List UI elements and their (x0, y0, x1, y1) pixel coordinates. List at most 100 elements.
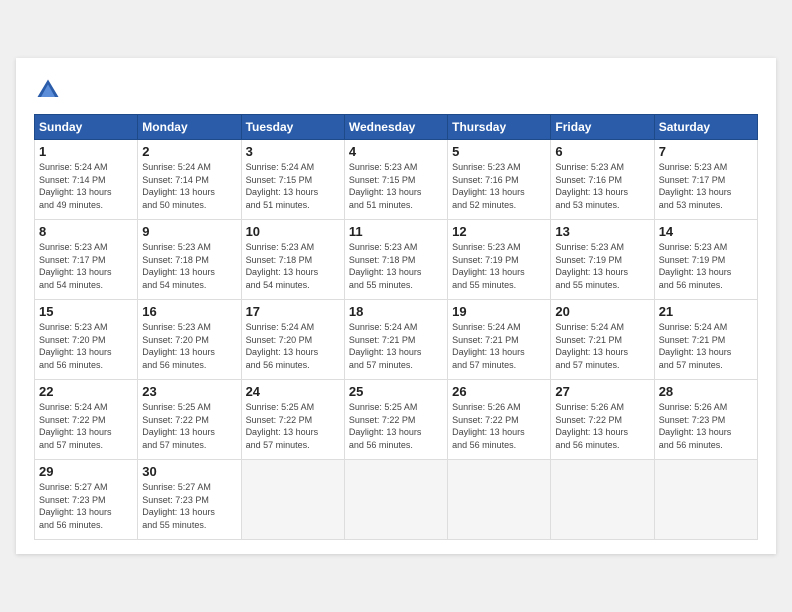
day-info: Sunrise: 5:23 AM Sunset: 7:15 PM Dayligh… (349, 161, 443, 211)
calendar-cell (654, 460, 757, 540)
day-number: 3 (246, 144, 340, 159)
day-number: 27 (555, 384, 649, 399)
day-info: Sunrise: 5:23 AM Sunset: 7:19 PM Dayligh… (452, 241, 546, 291)
day-info: Sunrise: 5:24 AM Sunset: 7:14 PM Dayligh… (39, 161, 133, 211)
calendar-cell: 21 Sunrise: 5:24 AM Sunset: 7:21 PM Dayli… (654, 300, 757, 380)
day-info: Sunrise: 5:25 AM Sunset: 7:22 PM Dayligh… (246, 401, 340, 451)
day-number: 5 (452, 144, 546, 159)
day-number: 21 (659, 304, 753, 319)
day-number: 28 (659, 384, 753, 399)
calendar-cell: 17 Sunrise: 5:24 AM Sunset: 7:20 PM Dayli… (241, 300, 344, 380)
day-number: 4 (349, 144, 443, 159)
day-info: Sunrise: 5:25 AM Sunset: 7:22 PM Dayligh… (349, 401, 443, 451)
calendar-cell: 25 Sunrise: 5:25 AM Sunset: 7:22 PM Dayli… (344, 380, 447, 460)
day-number: 18 (349, 304, 443, 319)
day-number: 2 (142, 144, 236, 159)
calendar-cell: 14Sunrise: 5:23 AM Sunset: 7:19 PM Dayli… (654, 220, 757, 300)
calendar-cell: 18 Sunrise: 5:24 AM Sunset: 7:21 PM Dayli… (344, 300, 447, 380)
day-number: 6 (555, 144, 649, 159)
calendar-cell: 4 Sunrise: 5:23 AM Sunset: 7:15 PM Daylig… (344, 140, 447, 220)
day-number: 10 (246, 224, 340, 239)
day-info: Sunrise: 5:23 AM Sunset: 7:17 PM Dayligh… (659, 161, 753, 211)
day-info: Sunrise: 5:24 AM Sunset: 7:20 PM Dayligh… (246, 321, 340, 371)
weekday-header-wednesday: Wednesday (344, 115, 447, 140)
calendar-cell: 2 Sunrise: 5:24 AM Sunset: 7:14 PM Daylig… (138, 140, 241, 220)
calendar-cell: 11 Sunrise: 5:23 AM Sunset: 7:18 PM Dayli… (344, 220, 447, 300)
day-info: Sunrise: 5:23 AM Sunset: 7:18 PM Dayligh… (246, 241, 340, 291)
calendar-week-5: 29Sunrise: 5:27 AM Sunset: 7:23 PM Dayli… (35, 460, 758, 540)
day-number: 17 (246, 304, 340, 319)
day-number: 7 (659, 144, 753, 159)
day-info: Sunrise: 5:23 AM Sunset: 7:18 PM Dayligh… (142, 241, 236, 291)
calendar-cell (241, 460, 344, 540)
day-number: 29 (39, 464, 133, 479)
day-number: 30 (142, 464, 236, 479)
calendar-cell: 3 Sunrise: 5:24 AM Sunset: 7:15 PM Daylig… (241, 140, 344, 220)
day-number: 12 (452, 224, 546, 239)
calendar-week-2: 8Sunrise: 5:23 AM Sunset: 7:17 PM Daylig… (35, 220, 758, 300)
calendar-cell: 20Sunrise: 5:24 AM Sunset: 7:21 PM Dayli… (551, 300, 654, 380)
calendar-cell: 23Sunrise: 5:25 AM Sunset: 7:22 PM Dayli… (138, 380, 241, 460)
calendar-cell: 12 Sunrise: 5:23 AM Sunset: 7:19 PM Dayli… (448, 220, 551, 300)
calendar-cell: 8Sunrise: 5:23 AM Sunset: 7:17 PM Daylig… (35, 220, 138, 300)
day-number: 15 (39, 304, 133, 319)
calendar-cell: 5 Sunrise: 5:23 AM Sunset: 7:16 PM Daylig… (448, 140, 551, 220)
day-info: Sunrise: 5:23 AM Sunset: 7:18 PM Dayligh… (349, 241, 443, 291)
day-info: Sunrise: 5:26 AM Sunset: 7:22 PM Dayligh… (452, 401, 546, 451)
calendar-cell: 30Sunrise: 5:27 AM Sunset: 7:23 PM Dayli… (138, 460, 241, 540)
calendar-cell: 27 Sunrise: 5:26 AM Sunset: 7:22 PM Dayli… (551, 380, 654, 460)
weekday-header-friday: Friday (551, 115, 654, 140)
day-info: Sunrise: 5:24 AM Sunset: 7:14 PM Dayligh… (142, 161, 236, 211)
day-info: Sunrise: 5:23 AM Sunset: 7:19 PM Dayligh… (659, 241, 753, 291)
day-number: 26 (452, 384, 546, 399)
calendar-cell: 28 Sunrise: 5:26 AM Sunset: 7:23 PM Dayli… (654, 380, 757, 460)
day-number: 11 (349, 224, 443, 239)
day-info: Sunrise: 5:23 AM Sunset: 7:20 PM Dayligh… (142, 321, 236, 371)
calendar-cell (448, 460, 551, 540)
day-number: 22 (39, 384, 133, 399)
day-number: 20 (555, 304, 649, 319)
calendar-cell: 9 Sunrise: 5:23 AM Sunset: 7:18 PM Daylig… (138, 220, 241, 300)
weekday-header-saturday: Saturday (654, 115, 757, 140)
day-number: 1 (39, 144, 133, 159)
calendar-cell: 6 Sunrise: 5:23 AM Sunset: 7:16 PM Daylig… (551, 140, 654, 220)
calendar-cell: 10 Sunrise: 5:23 AM Sunset: 7:18 PM Dayli… (241, 220, 344, 300)
day-number: 9 (142, 224, 236, 239)
day-info: Sunrise: 5:26 AM Sunset: 7:22 PM Dayligh… (555, 401, 649, 451)
calendar-cell: 1 Sunrise: 5:24 AM Sunset: 7:14 PM Daylig… (35, 140, 138, 220)
day-info: Sunrise: 5:23 AM Sunset: 7:20 PM Dayligh… (39, 321, 133, 371)
calendar-cell: 24 Sunrise: 5:25 AM Sunset: 7:22 PM Dayli… (241, 380, 344, 460)
calendar-cell: 7 Sunrise: 5:23 AM Sunset: 7:17 PM Daylig… (654, 140, 757, 220)
day-info: Sunrise: 5:24 AM Sunset: 7:21 PM Dayligh… (349, 321, 443, 371)
day-number: 19 (452, 304, 546, 319)
day-info: Sunrise: 5:23 AM Sunset: 7:17 PM Dayligh… (39, 241, 133, 291)
day-info: Sunrise: 5:23 AM Sunset: 7:16 PM Dayligh… (555, 161, 649, 211)
logo (34, 76, 66, 104)
day-info: Sunrise: 5:24 AM Sunset: 7:21 PM Dayligh… (452, 321, 546, 371)
day-number: 16 (142, 304, 236, 319)
calendar-week-3: 15 Sunrise: 5:23 AM Sunset: 7:20 PM Dayli… (35, 300, 758, 380)
day-number: 13 (555, 224, 649, 239)
day-info: Sunrise: 5:23 AM Sunset: 7:19 PM Dayligh… (555, 241, 649, 291)
day-info: Sunrise: 5:23 AM Sunset: 7:16 PM Dayligh… (452, 161, 546, 211)
calendar-cell: 13 Sunrise: 5:23 AM Sunset: 7:19 PM Dayli… (551, 220, 654, 300)
day-info: Sunrise: 5:26 AM Sunset: 7:23 PM Dayligh… (659, 401, 753, 451)
weekday-header-sunday: Sunday (35, 115, 138, 140)
calendar-cell: 29Sunrise: 5:27 AM Sunset: 7:23 PM Dayli… (35, 460, 138, 540)
day-number: 23 (142, 384, 236, 399)
calendar-table: SundayMondayTuesdayWednesdayThursdayFrid… (34, 114, 758, 540)
calendar-cell (551, 460, 654, 540)
calendar-cell: 19 Sunrise: 5:24 AM Sunset: 7:21 PM Dayli… (448, 300, 551, 380)
day-number: 24 (246, 384, 340, 399)
calendar-cell: 22 Sunrise: 5:24 AM Sunset: 7:22 PM Dayli… (35, 380, 138, 460)
calendar-week-4: 22 Sunrise: 5:24 AM Sunset: 7:22 PM Dayli… (35, 380, 758, 460)
header-row (34, 76, 758, 104)
day-number: 25 (349, 384, 443, 399)
weekday-header-row: SundayMondayTuesdayWednesdayThursdayFrid… (35, 115, 758, 140)
day-info: Sunrise: 5:24 AM Sunset: 7:21 PM Dayligh… (659, 321, 753, 371)
calendar-cell: 26 Sunrise: 5:26 AM Sunset: 7:22 PM Dayli… (448, 380, 551, 460)
weekday-header-tuesday: Tuesday (241, 115, 344, 140)
day-info: Sunrise: 5:24 AM Sunset: 7:15 PM Dayligh… (246, 161, 340, 211)
calendar-cell: 16 Sunrise: 5:23 AM Sunset: 7:20 PM Dayli… (138, 300, 241, 380)
day-info: Sunrise: 5:24 AM Sunset: 7:22 PM Dayligh… (39, 401, 133, 451)
